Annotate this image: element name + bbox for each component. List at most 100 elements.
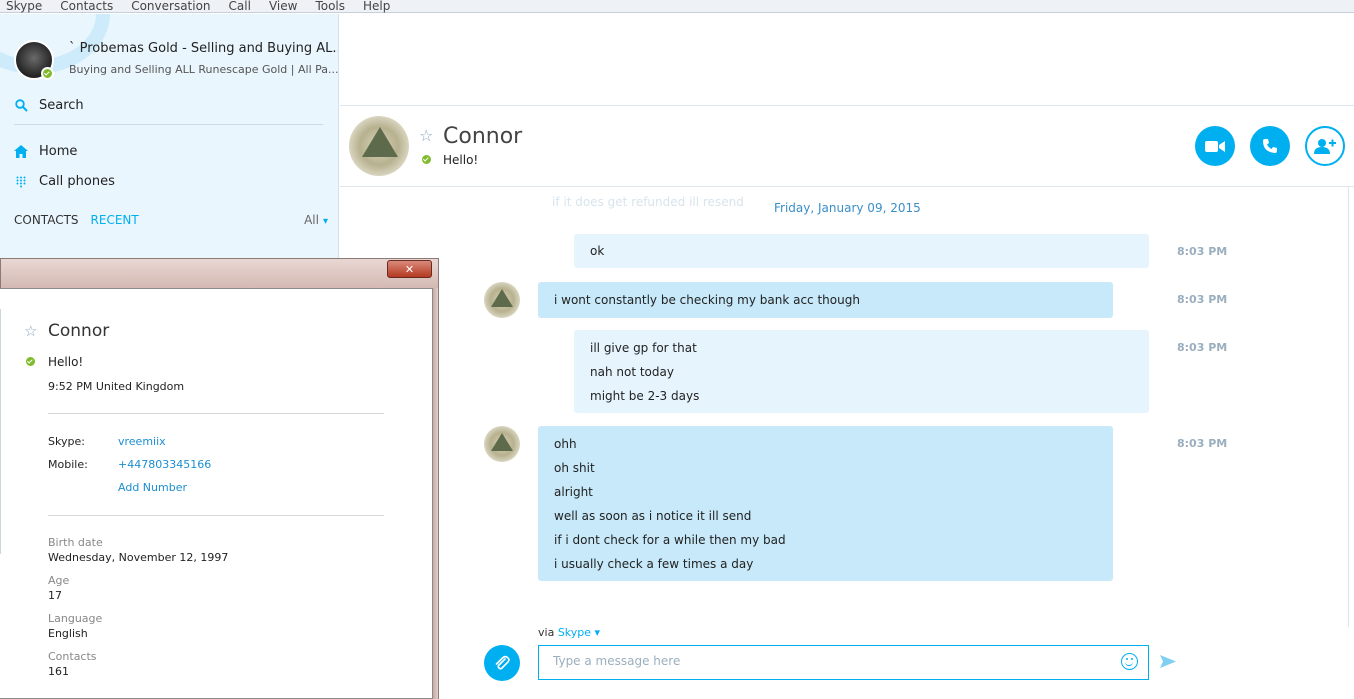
contacts-count-value: 161 (48, 665, 69, 678)
contact-card-name: Connor (48, 321, 110, 341)
contact-message-avatar[interactable] (484, 282, 520, 318)
tab-contacts[interactable]: CONTACTS (14, 213, 79, 227)
message-timestamp: 8:03 PM (1177, 245, 1228, 258)
skype-name-label: Skype: (48, 435, 85, 448)
tab-recent[interactable]: RECENT (91, 213, 139, 227)
close-icon[interactable]: ✕ (387, 260, 432, 278)
chevron-down-icon: ▾ (591, 626, 601, 639)
message-line: if i dont check for a while then my bad (554, 533, 786, 547)
contact-name[interactable]: Connor (443, 124, 522, 149)
menu-conversation[interactable]: Conversation (131, 0, 210, 12)
favorite-star-icon[interactable]: ☆ (24, 322, 37, 340)
menu-help[interactable]: Help (363, 0, 390, 12)
menu-bar: Skype Contacts Conversation Call View To… (0, 0, 1354, 13)
menu-tools[interactable]: Tools (315, 0, 345, 12)
menu-call[interactable]: Call (229, 0, 251, 12)
contact-card-window: ☆ Connor Hello! 9:52 PM United Kingdom S… (0, 288, 433, 699)
via-selector[interactable]: via Skype ▾ (538, 626, 600, 639)
scrollbar[interactable] (1348, 187, 1354, 627)
message-compose-box[interactable] (538, 645, 1149, 680)
video-camera-icon (1205, 140, 1225, 152)
message-bubble[interactable]: ohh oh shit alright well as soon as i no… (538, 426, 1113, 581)
message-bubble[interactable]: i wont constantly be checking my bank ac… (538, 282, 1113, 318)
search-label: Search (39, 98, 84, 113)
chevron-down-icon: ▾ (322, 216, 328, 227)
add-people-button[interactable] (1305, 126, 1345, 166)
message-list[interactable]: if it does get refunded ill resend Frida… (340, 187, 1348, 617)
message-line: might be 2-3 days (590, 389, 700, 403)
message-timestamp: 8:03 PM (1177, 341, 1228, 354)
menu-view[interactable]: View (269, 0, 297, 12)
message-line: ohh (554, 437, 577, 451)
phone-icon (1263, 139, 1277, 153)
message-bubble[interactable]: ill give gp for that nah not today might… (574, 330, 1149, 413)
contact-card-online-status-icon (24, 355, 37, 368)
home-link[interactable]: Home (14, 144, 77, 159)
online-status-icon (41, 67, 54, 80)
via-skype-link[interactable]: Skype (558, 626, 591, 639)
paperclip-icon (495, 655, 510, 670)
search-link[interactable]: Search (14, 98, 84, 113)
faded-previous-message: if it does get refunded ill resend (552, 195, 744, 209)
message-line: well as soon as i notice it ill send (554, 509, 752, 523)
contact-card-local-time: 9:52 PM United Kingdom (48, 380, 185, 393)
home-label: Home (39, 144, 78, 159)
language-label: Language (48, 612, 103, 625)
voice-call-button[interactable] (1250, 126, 1290, 166)
main-top-area (340, 14, 1354, 106)
search-icon (14, 99, 28, 113)
age-value: 17 (48, 589, 62, 602)
date-separator: Friday, January 09, 2015 (774, 201, 921, 215)
menu-skype[interactable]: Skype (6, 0, 42, 12)
via-label: via (538, 626, 555, 639)
video-call-button[interactable] (1195, 126, 1235, 166)
message-line: i usually check a few times a day (554, 557, 754, 571)
contact-online-status-icon (420, 153, 433, 166)
home-icon (14, 145, 28, 159)
my-display-name: ` Probemas Gold - Selling and Buying AL.… (69, 41, 339, 56)
message-line: oh shit (554, 461, 595, 475)
filter-all-label: All (304, 213, 319, 227)
emoticon-icon[interactable] (1121, 653, 1138, 670)
message-line: nah not today (590, 365, 674, 379)
message-bubble[interactable]: ok (574, 234, 1149, 268)
message-timestamp: 8:03 PM (1177, 437, 1228, 450)
contact-message-avatar[interactable] (484, 426, 520, 462)
mobile-number-link[interactable]: +447803345166 (118, 458, 211, 471)
my-mood-message: Buying and Selling ALL Runescape Gold | … (69, 63, 339, 76)
language-value: English (48, 627, 88, 640)
mobile-label: Mobile: (48, 458, 88, 471)
message-line: ill give gp for that (590, 341, 697, 355)
attach-file-button[interactable] (484, 645, 520, 681)
contact-mood: Hello! (443, 153, 479, 167)
conversation-header: ☆ Connor Hello! (340, 106, 1354, 187)
menu-contacts[interactable]: Contacts (60, 0, 113, 12)
birth-date-value: Wednesday, November 12, 1997 (48, 551, 229, 564)
contact-avatar[interactable] (349, 116, 409, 176)
my-profile[interactable]: ` Probemas Gold - Selling and Buying AL.… (14, 40, 338, 90)
call-phones-label: Call phones (39, 174, 115, 189)
birth-date-label: Birth date (48, 536, 103, 549)
contact-card-titlebar[interactable] (0, 258, 439, 288)
call-phones-link[interactable]: Call phones (14, 174, 115, 189)
sidebar-divider (14, 124, 323, 125)
send-icon[interactable] (1160, 655, 1176, 672)
message-timestamp: 8:03 PM (1177, 293, 1228, 306)
message-line: ok (590, 244, 605, 258)
filter-all-dropdown[interactable]: All ▾ (304, 213, 328, 227)
skype-name-value[interactable]: vreemiix (118, 435, 166, 448)
message-input[interactable] (553, 654, 1093, 668)
contact-tabs: CONTACTS RECENT All ▾ (14, 213, 328, 227)
contact-card-mood: Hello! (48, 355, 84, 369)
dialpad-icon (14, 175, 28, 189)
contact-card-separator (0, 309, 1, 554)
message-line: alright (554, 485, 593, 499)
contacts-count-label: Contacts (48, 650, 97, 663)
message-line: i wont constantly be checking my bank ac… (554, 293, 860, 307)
add-number-link[interactable]: Add Number (118, 481, 187, 494)
favorite-star-icon[interactable]: ☆ (419, 126, 433, 145)
add-person-icon (1314, 139, 1336, 154)
contact-card-frame (433, 288, 439, 699)
contact-card-divider (48, 515, 384, 516)
age-label: Age (48, 574, 70, 587)
